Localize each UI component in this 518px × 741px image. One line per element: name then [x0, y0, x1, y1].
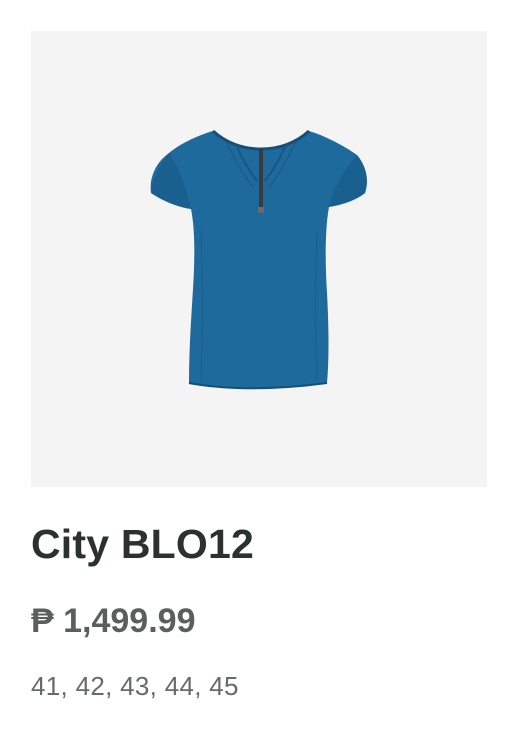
product-title[interactable]: City BLO12: [31, 518, 254, 570]
product-image[interactable]: [31, 31, 487, 487]
product-sizes: 41, 42, 43, 44, 45: [31, 671, 239, 701]
product-card[interactable]: City BLO12 ₱ 1,499.99 41, 42, 43, 44, 45: [0, 0, 518, 741]
blue-blouse-icon: [150, 129, 367, 390]
product-price: ₱ 1,499.99: [31, 602, 196, 640]
